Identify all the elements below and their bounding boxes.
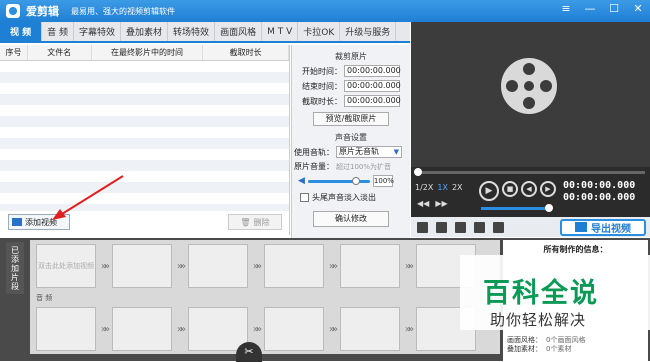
annotation-arrow [52, 175, 124, 220]
